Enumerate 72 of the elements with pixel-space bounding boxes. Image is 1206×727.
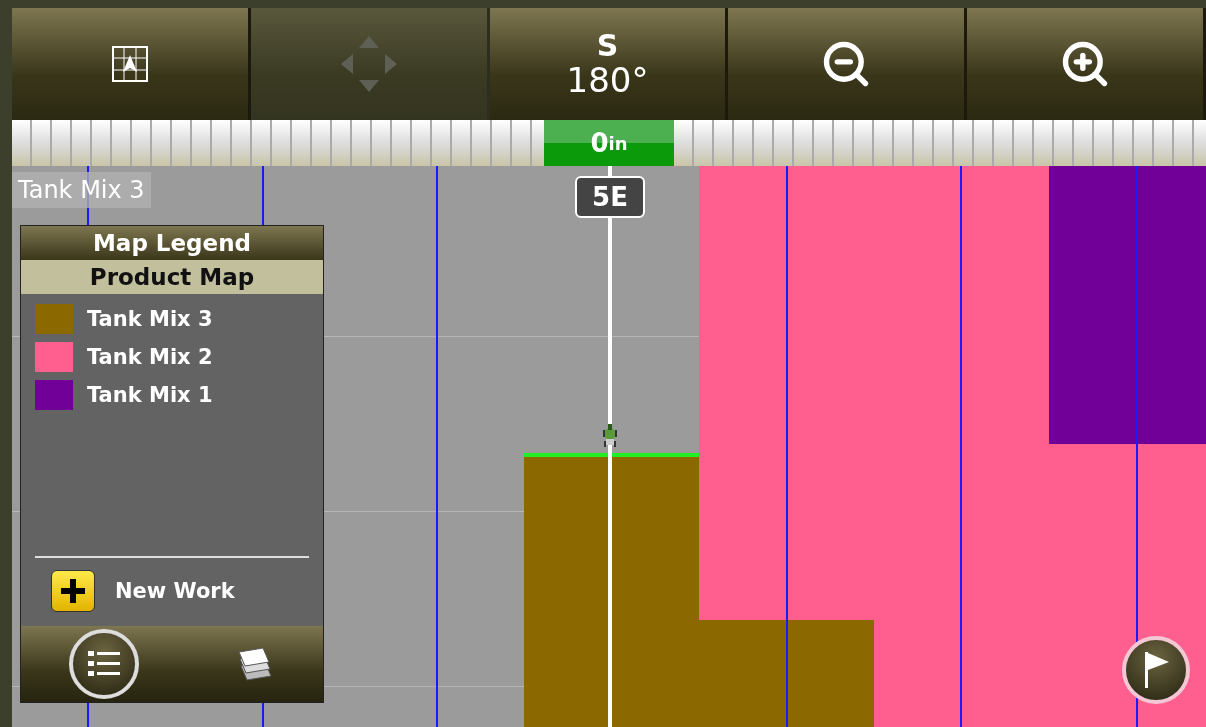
lightbar-segment [954,120,974,166]
lightbar-segment [472,120,492,166]
lightbar-segment [32,120,52,166]
map-icon [111,46,148,82]
lightbar-segment [412,120,432,166]
pass-label: 5E [575,176,645,218]
lightbar-segment [312,120,332,166]
lightbar-segment [232,120,252,166]
legend-subtitle: Product Map [21,260,323,294]
lightbar-segment [694,120,714,166]
lightbar-segment [714,120,734,166]
lightbar-segment [172,120,192,166]
lightbar-segment [132,120,152,166]
legend-label: Tank Mix 1 [87,383,213,407]
lightbar-segment [492,120,512,166]
lightbar-segment [452,120,472,166]
lightbar-segment [834,120,854,166]
product-label: Tank Mix 3 [12,172,151,208]
map-view-button[interactable] [12,8,251,120]
lightbar-segment [212,120,232,166]
layers-icon [235,644,275,684]
lightbar-segment [674,120,694,166]
lightbar-segment [734,120,754,166]
heading-letter: S [596,28,619,62]
new-work-label: New Work [115,579,235,603]
lightbar-segment [914,120,934,166]
lightbar-segment [332,120,352,166]
layers-button[interactable] [235,644,275,684]
lightbar-segment [874,120,894,166]
lightbar-segment [192,120,212,166]
zoom-in-button[interactable] [967,8,1206,120]
tractor-icon [602,423,618,449]
lightbar-segment [934,120,954,166]
lightbar-segment [974,120,994,166]
heading-degrees: 180° [566,61,649,100]
plus-icon [61,579,85,603]
lightbar-segment [1114,120,1134,166]
lightbar-segment [994,120,1014,166]
lightbar-segment [1054,120,1074,166]
lightbar-segment [1134,120,1154,166]
lightbar-segment [1034,120,1054,166]
field-map[interactable]: Tank Mix 3 5E Map Legend Product Map Tank Mix 3 Tank Mix 2 Tank Mix 1 New Work [12,166,1206,727]
add-button[interactable] [51,570,95,612]
lightbar-segment [152,120,172,166]
lightbar-segment [854,120,874,166]
legend-title: Map Legend [21,226,323,260]
lightbar-segment [814,120,834,166]
legend-label: Tank Mix 3 [87,307,213,331]
lightbar-segment [754,120,774,166]
lightbar-segment [1154,120,1174,166]
lightbar-segment [774,120,794,166]
lightbar-segment [1014,120,1034,166]
lightbar-segment [432,120,452,166]
lightbar-segment [1094,120,1114,166]
lightbar-segment [72,120,92,166]
lightbar-segment [92,120,112,166]
lightbar-segment [252,120,272,166]
lightbar-segment [52,120,72,166]
lightbar-segment [894,120,914,166]
lightbar-segment [794,120,814,166]
lightbar-segment [272,120,292,166]
legend-label: Tank Mix 2 [87,345,213,369]
list-icon [88,651,120,677]
lightbar-segment [112,120,132,166]
heading-button[interactable]: S 180° [489,8,729,120]
zoom-out-button[interactable] [728,8,968,120]
lightbar-segment [12,120,32,166]
lightbar-segment [292,120,312,166]
lightbar-segment [372,120,392,166]
lightbar-segment [1074,120,1094,166]
lightbar-segment [392,120,412,166]
lightbar-segment [352,120,372,166]
